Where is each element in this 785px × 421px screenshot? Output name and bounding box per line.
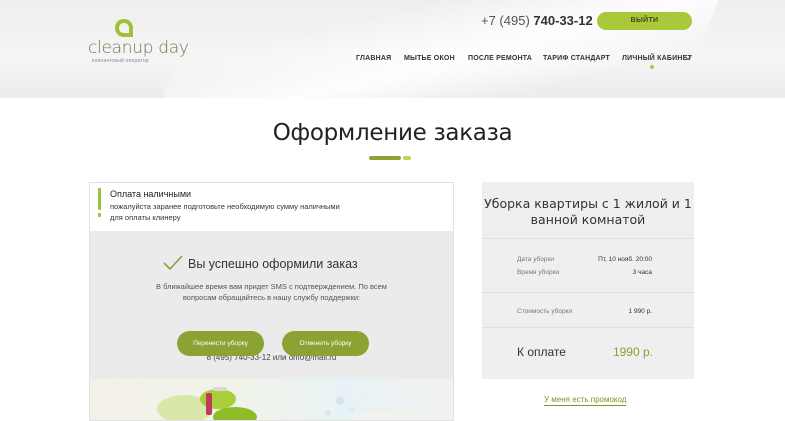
support-contact: 8 (495) 740-33-12 или onfo@mail.ru <box>206 353 337 362</box>
divider <box>482 238 694 239</box>
notice-accent-bar <box>98 188 101 210</box>
chevron-down-icon[interactable] <box>684 54 692 62</box>
page-title: Оформление заказа <box>272 120 513 146</box>
cleaning-photo-graphic <box>157 387 430 420</box>
phone-number[interactable]: +7 (495) 740-33-12 <box>481 13 593 28</box>
payment-notice: Оплата наличными пожалуйста заранее подг… <box>90 183 453 231</box>
logout-button[interactable]: ВЫЙТИ <box>597 12 692 30</box>
notice-title: Оплата наличными <box>110 189 192 199</box>
order-summary-card: Уборка квартиры с 1 жилой и 1 ванной ком… <box>482 182 694 379</box>
cleaning-photo <box>90 379 453 420</box>
logo-text: cleanup day <box>88 38 189 58</box>
phone-prefix: +7 (495) <box>481 13 530 28</box>
cancel-order-button[interactable]: Отменить уборку <box>282 331 369 356</box>
success-message: Вы успешно оформили заказ В ближайшее вр… <box>90 231 453 379</box>
title-underline-dot <box>403 156 411 160</box>
date-label: Дата уборки <box>517 256 554 263</box>
duration-value: 3 часа <box>632 269 652 276</box>
success-text: В ближайшее время вам придет SMS с подтв… <box>156 282 387 302</box>
duration-label: Время уборки <box>517 269 560 276</box>
order-title: Уборка квартиры с 1 жилой и 1 ванной ком… <box>484 196 692 227</box>
nav-item-tariff-standard[interactable]: ТАРИФ СТАНДАРТ <box>543 55 610 62</box>
promo-code-link[interactable]: У меня есть промокод <box>544 395 627 406</box>
notice-accent-dot <box>98 213 101 217</box>
divider <box>482 292 694 293</box>
logo[interactable]: cleanup day клининговый оператор <box>88 18 189 66</box>
success-title: Вы успешно оформили заказ <box>188 257 358 271</box>
site-header: cleanup day клининговый оператор +7 (495… <box>0 0 785 98</box>
logo-subtitle: клининговый оператор <box>92 58 149 64</box>
nav-item-window-cleaning[interactable]: МЫТЬЕ ОКОН <box>404 55 455 62</box>
total-label: К оплате <box>517 345 566 359</box>
cost-label: Стоимость уборки <box>517 308 573 315</box>
nav-item-after-repair[interactable]: ПОСЛЕ РЕМОНТА <box>468 55 532 62</box>
leaf-logo-icon <box>115 19 133 37</box>
notice-text: пожалуйста заранее подготовьте необходим… <box>110 202 340 222</box>
date-value: Пт, 10 нояб. 20:00 <box>598 256 652 263</box>
nav-item-personal-account[interactable]: ЛИЧНЫЙ КАБИНЕТ <box>622 55 692 62</box>
checkmark-icon <box>163 255 183 271</box>
order-status-panel: Оплата наличными пожалуйста заранее подг… <box>89 182 454 421</box>
nav-active-indicator <box>650 65 654 69</box>
nav-item-home[interactable]: ГЛАВНАЯ <box>356 55 391 62</box>
phone-main: 740-33-12 <box>533 13 593 28</box>
cost-value: 1 990 р. <box>628 308 653 315</box>
reschedule-button[interactable]: Перенести уборку <box>177 331 264 356</box>
total-value: 1990 р. <box>612 345 653 359</box>
divider <box>482 327 694 328</box>
title-underline <box>369 156 401 160</box>
